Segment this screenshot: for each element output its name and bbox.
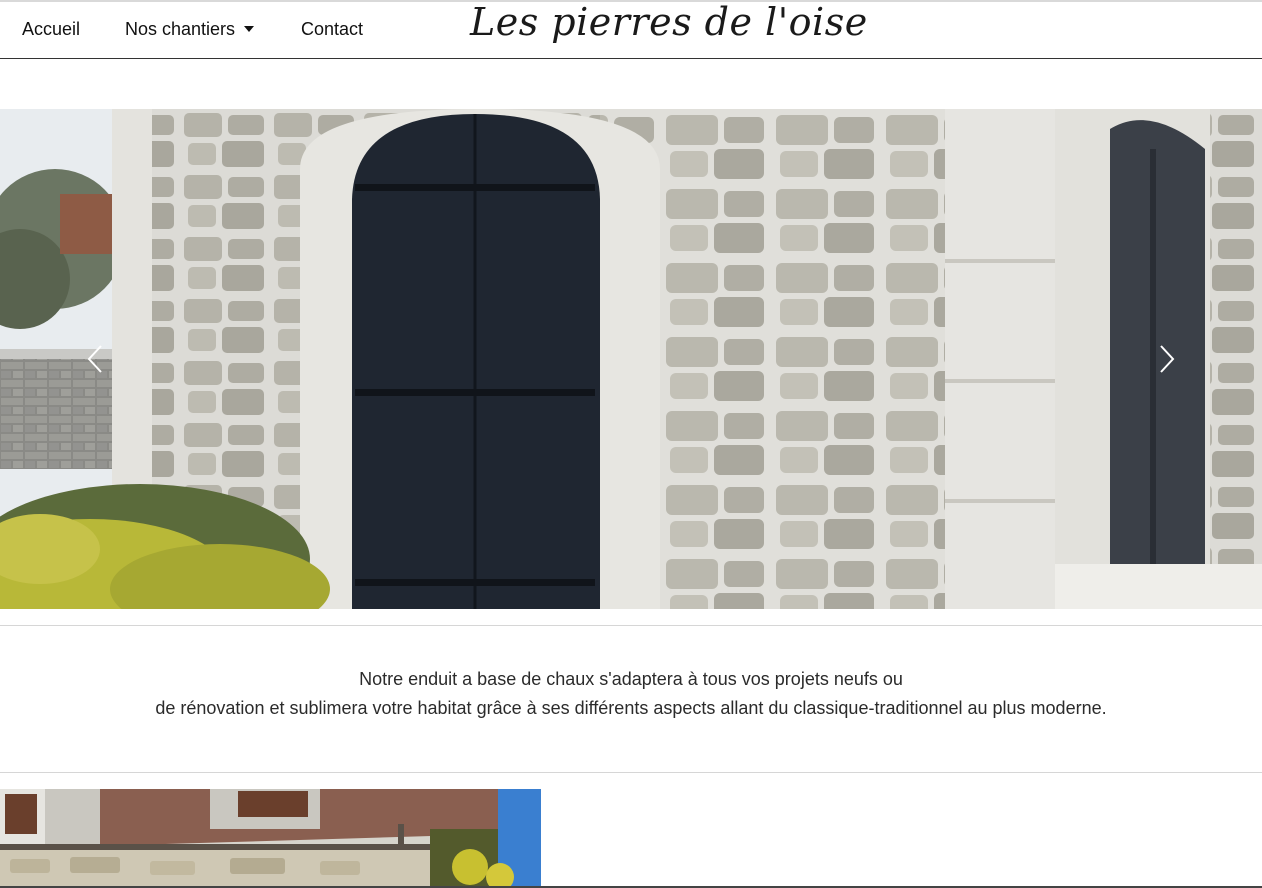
chevron-left-icon: [87, 345, 102, 373]
nav-contact[interactable]: Contact: [301, 19, 363, 40]
house-photo: [0, 789, 541, 888]
project-photo-thumbnail[interactable]: [0, 789, 541, 888]
intro-line-1: Notre enduit a base de chaux s'adaptera …: [359, 669, 903, 689]
nav-accueil[interactable]: Accueil: [22, 19, 80, 40]
intro-line-2: de rénovation et sublimera votre habitat…: [155, 698, 1107, 718]
section-divider: [0, 772, 1262, 773]
hero-carousel: [0, 109, 1262, 609]
navbar: Accueil Nos chantiers Contact Les pierre…: [0, 0, 1262, 59]
caret-down-icon: [244, 26, 255, 32]
nav-nos-chantiers-dropdown[interactable]: Nos chantiers: [125, 19, 255, 40]
section-divider: [0, 625, 1262, 626]
site-logo-text[interactable]: Les pierres de l'oise: [470, 0, 868, 44]
carousel-prev-button[interactable]: [80, 339, 110, 379]
carousel-next-button[interactable]: [1152, 339, 1182, 379]
carousel-slide-image: [0, 109, 1262, 609]
chevron-right-icon: [1160, 345, 1175, 373]
nav-nos-chantiers-label: Nos chantiers: [125, 19, 236, 39]
intro-text: Notre enduit a base de chaux s'adaptera …: [0, 665, 1262, 723]
